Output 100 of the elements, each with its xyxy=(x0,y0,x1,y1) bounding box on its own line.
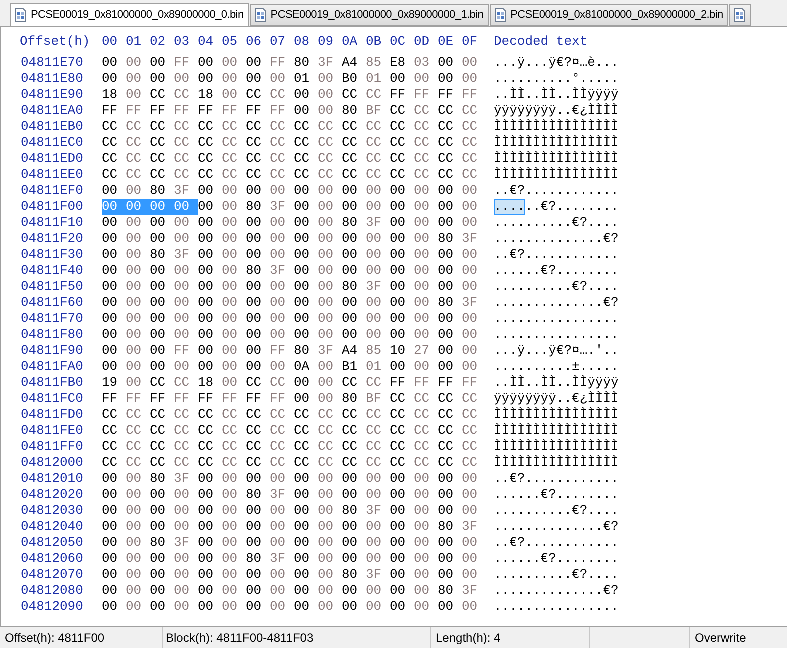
byte-cell[interactable]: 00 xyxy=(438,183,462,199)
byte-cell[interactable]: 3F xyxy=(174,183,198,199)
byte-cell[interactable]: 00 xyxy=(318,103,342,119)
byte-cell[interactable]: CC xyxy=(390,135,414,151)
byte-cell[interactable]: 00 xyxy=(318,583,342,599)
byte-cell[interactable]: 80 xyxy=(438,583,462,599)
byte-cell[interactable]: 27 xyxy=(414,343,438,359)
byte-cell[interactable]: CC xyxy=(150,407,174,423)
byte-cell[interactable]: CC xyxy=(174,407,198,423)
byte-cell[interactable]: 00 xyxy=(126,87,150,103)
byte-cell[interactable]: 00 xyxy=(222,247,246,263)
byte-cell[interactable]: CC xyxy=(414,455,438,471)
byte-cell[interactable]: 00 xyxy=(318,599,342,615)
byte-cell[interactable]: 00 xyxy=(438,55,462,71)
byte-cell[interactable]: 00 xyxy=(102,247,126,263)
byte-cell[interactable]: 00 xyxy=(102,583,126,599)
byte-cell[interactable]: 00 xyxy=(438,471,462,487)
byte-cell[interactable]: CC xyxy=(462,135,486,151)
byte-cell[interactable]: 00 xyxy=(174,567,198,583)
byte-cell[interactable]: 00 xyxy=(414,311,438,327)
byte-cell[interactable]: 00 xyxy=(102,215,126,231)
byte-cell[interactable]: CC xyxy=(270,167,294,183)
byte-cell[interactable]: CC xyxy=(390,391,414,407)
byte-cell[interactable]: 00 xyxy=(438,487,462,503)
byte-cell[interactable]: 00 xyxy=(246,295,270,311)
byte-cell[interactable]: 00 xyxy=(222,519,246,535)
byte-cell[interactable]: CC xyxy=(246,455,270,471)
byte-cell[interactable]: 00 xyxy=(390,71,414,87)
byte-cell[interactable]: 00 xyxy=(174,503,198,519)
byte-cell[interactable]: CC xyxy=(270,423,294,439)
byte-cell[interactable]: FF xyxy=(126,391,150,407)
byte-cell[interactable]: CC xyxy=(198,423,222,439)
byte-cell[interactable]: 80 xyxy=(438,231,462,247)
byte-cell[interactable]: 00 xyxy=(126,535,150,551)
byte-cell[interactable]: CC xyxy=(462,455,486,471)
byte-cell[interactable]: CC xyxy=(102,135,126,151)
byte-cell[interactable]: FF xyxy=(270,343,294,359)
byte-cell[interactable]: 00 xyxy=(222,183,246,199)
byte-cell[interactable]: 00 xyxy=(342,263,366,279)
byte-cell[interactable]: CC xyxy=(270,375,294,391)
byte-cell[interactable]: 00 xyxy=(222,71,246,87)
byte-cell[interactable]: CC xyxy=(246,375,270,391)
byte-cell[interactable]: 00 xyxy=(390,359,414,375)
byte-cell[interactable]: CC xyxy=(174,135,198,151)
byte-cell[interactable]: CC xyxy=(294,151,318,167)
byte-cell[interactable]: 01 xyxy=(366,71,390,87)
byte-cell[interactable]: CC xyxy=(438,103,462,119)
byte-cell[interactable]: CC xyxy=(318,423,342,439)
byte-cell[interactable]: 00 xyxy=(150,215,174,231)
byte-cell[interactable]: 00 xyxy=(150,503,174,519)
byte-cell[interactable]: 80 xyxy=(246,551,270,567)
byte-cell[interactable]: 00 xyxy=(126,311,150,327)
byte-cell[interactable]: 00 xyxy=(102,599,126,615)
byte-cell[interactable]: CC xyxy=(222,151,246,167)
byte-cell[interactable]: 00 xyxy=(294,375,318,391)
byte-cell[interactable]: CC xyxy=(414,135,438,151)
byte-cell[interactable]: 00 xyxy=(318,71,342,87)
byte-cell[interactable]: 00 xyxy=(270,231,294,247)
byte-cell[interactable]: CC xyxy=(390,407,414,423)
byte-cell[interactable]: 00 xyxy=(102,503,126,519)
byte-cell[interactable]: 00 xyxy=(294,503,318,519)
byte-cell[interactable]: CC xyxy=(366,375,390,391)
byte-cell[interactable]: 80 xyxy=(246,199,270,215)
byte-cell[interactable]: CC xyxy=(390,151,414,167)
byte-cell[interactable]: 00 xyxy=(438,279,462,295)
byte-cell[interactable]: 00 xyxy=(150,327,174,343)
byte-cell[interactable]: 00 xyxy=(222,583,246,599)
byte-cell[interactable]: FF xyxy=(270,391,294,407)
byte-cell[interactable]: CC xyxy=(222,423,246,439)
byte-cell[interactable]: 00 xyxy=(174,279,198,295)
byte-cell[interactable]: 00 xyxy=(294,295,318,311)
byte-cell[interactable]: 00 xyxy=(366,599,390,615)
byte-cell[interactable]: 00 xyxy=(198,343,222,359)
byte-cell[interactable]: CC xyxy=(150,455,174,471)
byte-cell[interactable]: 00 xyxy=(270,215,294,231)
byte-cell[interactable]: 00 xyxy=(390,231,414,247)
byte-cell[interactable]: 3F xyxy=(318,55,342,71)
byte-cell[interactable]: CC xyxy=(318,151,342,167)
byte-cell[interactable]: BF xyxy=(366,391,390,407)
byte-cell[interactable]: 00 xyxy=(174,263,198,279)
byte-cell[interactable]: 80 xyxy=(342,567,366,583)
byte-cell[interactable]: 00 xyxy=(294,231,318,247)
byte-cell[interactable]: 00 xyxy=(222,599,246,615)
byte-cell[interactable]: 00 xyxy=(270,519,294,535)
byte-cell[interactable]: 00 xyxy=(462,311,486,327)
byte-cell[interactable]: 00 xyxy=(174,583,198,599)
byte-cell[interactable]: 00 xyxy=(294,279,318,295)
byte-cell[interactable]: 00 xyxy=(126,567,150,583)
byte-cell[interactable]: 00 xyxy=(174,327,198,343)
byte-cell[interactable]: 3F xyxy=(270,263,294,279)
byte-cell[interactable]: 3F xyxy=(174,471,198,487)
byte-cell[interactable]: CC xyxy=(174,151,198,167)
byte-cell[interactable]: 00 xyxy=(462,55,486,71)
byte-cell[interactable]: CC xyxy=(462,407,486,423)
byte-cell[interactable]: 00 xyxy=(366,551,390,567)
byte-cell[interactable]: 00 xyxy=(102,519,126,535)
byte-cell[interactable]: 00 xyxy=(126,487,150,503)
byte-cell[interactable]: CC xyxy=(174,87,198,103)
byte-cell[interactable]: 00 xyxy=(198,327,222,343)
byte-cell[interactable]: CC xyxy=(462,439,486,455)
